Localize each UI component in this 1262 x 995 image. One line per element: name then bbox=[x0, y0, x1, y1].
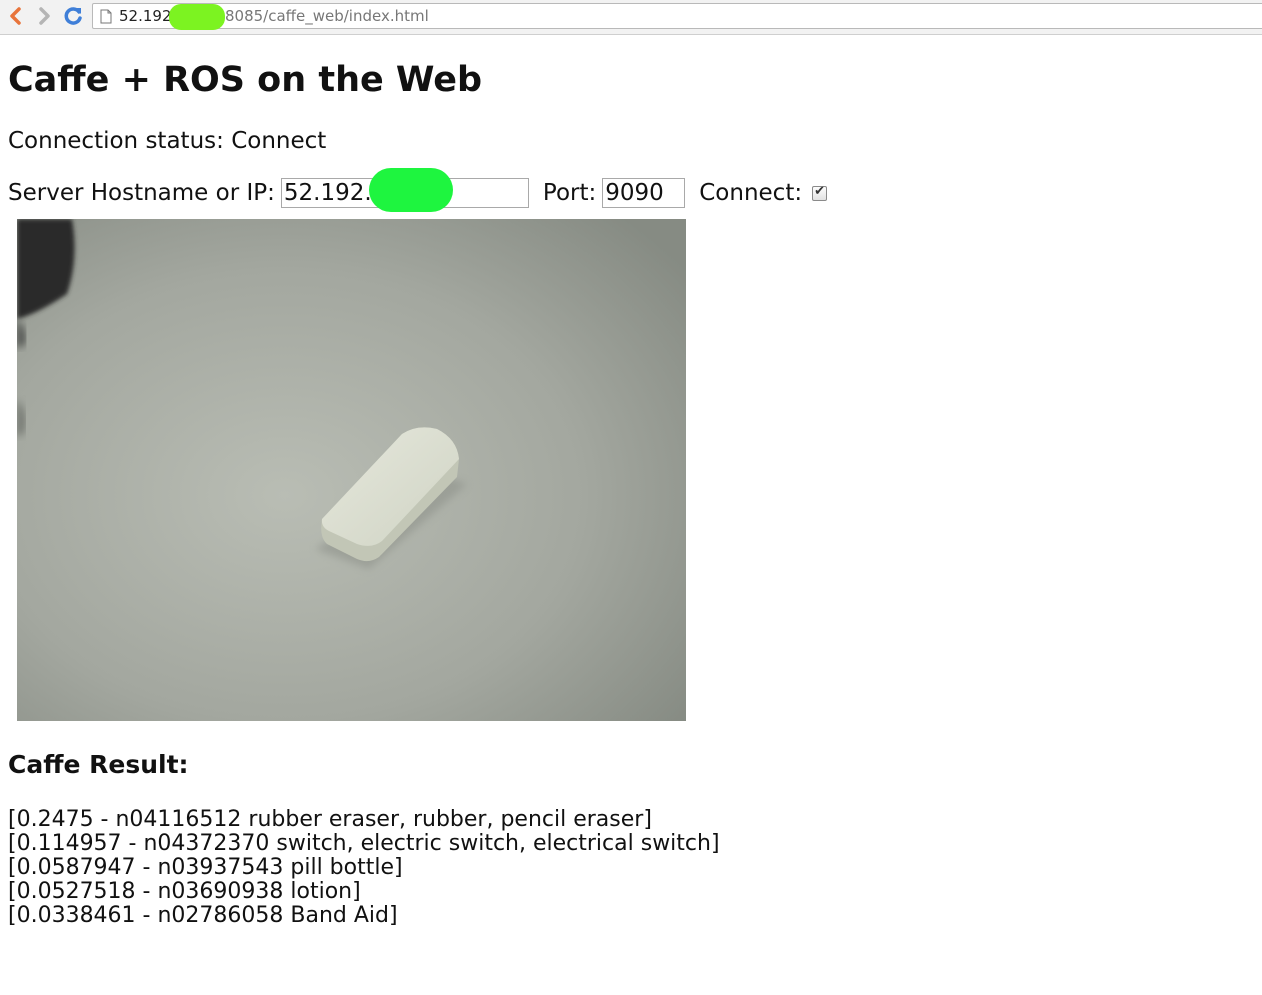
server-label: Server Hostname or IP: bbox=[8, 180, 275, 206]
result-list: [0.2475 - n04116512 rubber eraser, rubbe… bbox=[8, 808, 720, 928]
back-button[interactable] bbox=[3, 4, 27, 28]
port-input[interactable] bbox=[602, 178, 686, 208]
url-path: 8085/caffe_web/index.html bbox=[225, 7, 429, 25]
redaction-mark bbox=[368, 168, 453, 212]
port-label: Port: bbox=[542, 180, 597, 206]
page-icon bbox=[100, 9, 112, 24]
camera-scene bbox=[17, 219, 686, 721]
result-item: [0.2475 - n04116512 rubber eraser, rubbe… bbox=[8, 807, 652, 832]
result-title: Caffe Result: bbox=[8, 750, 189, 779]
result-item: [0.0527518 - n03690938 lotion] bbox=[8, 879, 361, 904]
connection-status: Connection status: Connect bbox=[8, 128, 326, 154]
connect-checkbox[interactable] bbox=[812, 184, 828, 201]
address-bar[interactable]: 52.192 8085/caffe_web/index.html bbox=[92, 3, 1262, 30]
connection-status-label: Connection status: bbox=[8, 128, 224, 154]
redaction-mark bbox=[169, 4, 225, 30]
back-icon bbox=[10, 7, 21, 25]
server-settings: Server Hostname or IP: Port: Connect: bbox=[8, 168, 828, 212]
camera-image bbox=[17, 219, 686, 721]
connect-label: Connect: bbox=[699, 180, 803, 206]
page-title: Caffe + ROS on the Web bbox=[8, 60, 483, 100]
forward-icon bbox=[39, 7, 50, 25]
result-item: [0.114957 - n04372370 switch, electric s… bbox=[8, 831, 720, 856]
reload-button[interactable] bbox=[61, 4, 85, 28]
connection-status-value: Connect bbox=[231, 128, 327, 154]
server-input-wrap bbox=[275, 168, 529, 212]
forward-button[interactable] bbox=[33, 4, 57, 28]
result-item: [0.0338461 - n02786058 Band Aid] bbox=[8, 903, 398, 928]
browser-toolbar: 52.192 8085/caffe_web/index.html bbox=[0, 0, 1262, 35]
url-host: 52.192 bbox=[119, 7, 172, 25]
result-item: [0.0587947 - n03937543 pill bottle] bbox=[8, 855, 403, 880]
reload-icon bbox=[64, 7, 82, 25]
